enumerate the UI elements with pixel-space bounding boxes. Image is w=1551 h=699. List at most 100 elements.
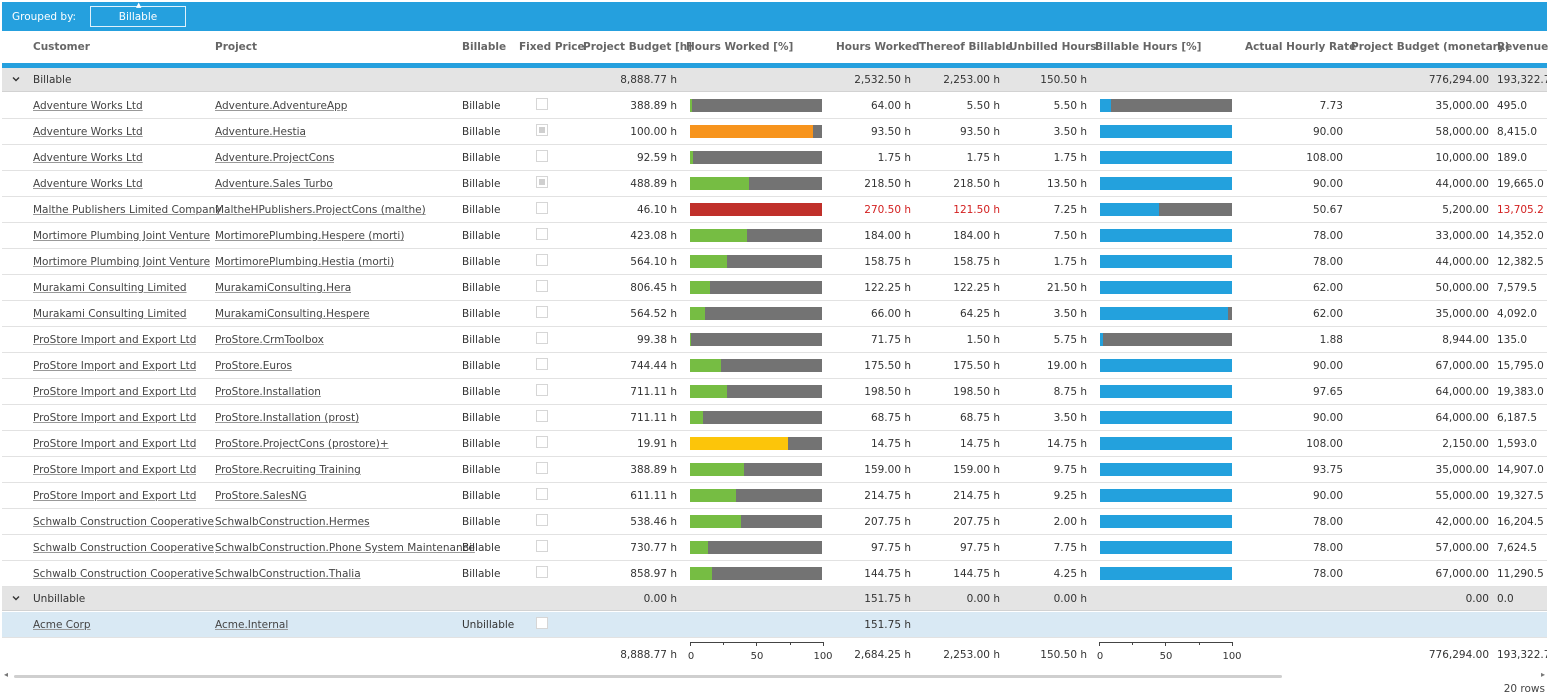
col-header-billable-hours-pct[interactable]: Billable Hours [%] bbox=[1095, 41, 1201, 53]
table-row[interactable]: Malthe Publishers Limited Company MaltheH… bbox=[2, 197, 1547, 223]
customer-link[interactable]: Malthe Publishers Limited Company bbox=[33, 204, 221, 216]
customer-link[interactable]: ProStore Import and Export Ltd bbox=[33, 412, 196, 424]
project-link[interactable]: Adventure.Sales Turbo bbox=[215, 178, 333, 190]
customer-link[interactable]: Schwalb Construction Cooperative bbox=[33, 568, 214, 580]
table-row[interactable]: Acme Corp Acme.Internal Unbillable 151.75 h bbox=[2, 612, 1547, 638]
fixed-price-checkbox[interactable] bbox=[536, 358, 548, 370]
table-row[interactable]: Schwalb Construction Cooperative SchwalbC… bbox=[2, 509, 1547, 535]
col-header-billable[interactable]: Billable bbox=[462, 41, 506, 53]
fixed-price-checkbox[interactable] bbox=[536, 410, 548, 422]
col-header-actual-hourly-rate[interactable]: Actual Hourly Rate bbox=[1245, 41, 1356, 53]
fixed-price-checkbox[interactable] bbox=[536, 254, 548, 266]
project-link[interactable]: Adventure.ProjectCons bbox=[215, 152, 334, 164]
project-link[interactable]: Adventure.Hestia bbox=[215, 126, 306, 138]
fixed-price-checkbox[interactable] bbox=[536, 566, 548, 578]
project-link[interactable]: SchwalbConstruction.Thalia bbox=[215, 568, 361, 580]
fixed-price-checkbox[interactable] bbox=[536, 617, 548, 629]
scroll-right-icon[interactable]: ▸ bbox=[1541, 670, 1545, 679]
project-link[interactable]: MortimorePlumbing.Hespere (morti) bbox=[215, 230, 404, 242]
project-link[interactable]: ProStore.CrmToolbox bbox=[215, 334, 324, 346]
customer-link[interactable]: Murakami Consulting Limited bbox=[33, 308, 187, 320]
table-row[interactable]: Schwalb Construction Cooperative SchwalbC… bbox=[2, 561, 1547, 587]
customer-link[interactable]: ProStore Import and Export Ltd bbox=[33, 438, 196, 450]
group-row-unbillable[interactable]: Unbillable 0.00 h 151.75 h 0.00 h 0.00 h 0.00… bbox=[2, 587, 1547, 611]
project-link[interactable]: ProStore.SalesNG bbox=[215, 490, 307, 502]
customer-link[interactable]: Mortimore Plumbing Joint Venture bbox=[33, 256, 210, 268]
fixed-price-checkbox[interactable] bbox=[536, 384, 548, 396]
table-row[interactable]: Adventure Works Ltd Adventure.Sales Turbo… bbox=[2, 171, 1547, 197]
customer-link[interactable]: Mortimore Plumbing Joint Venture bbox=[33, 230, 210, 242]
col-header-unbilled-hours[interactable]: Unbilled Hours bbox=[1009, 41, 1097, 53]
table-row[interactable]: Murakami Consulting Limited MurakamiConsu… bbox=[2, 275, 1547, 301]
table-row[interactable]: Schwalb Construction Cooperative SchwalbC… bbox=[2, 535, 1547, 561]
fixed-price-checkbox[interactable] bbox=[536, 306, 548, 318]
table-row[interactable]: Mortimore Plumbing Joint Venture Mortimor… bbox=[2, 249, 1547, 275]
fixed-price-checkbox[interactable] bbox=[536, 462, 548, 474]
project-link[interactable]: MurakamiConsulting.Hera bbox=[215, 282, 351, 294]
col-header-project-budget-monetary[interactable]: Project Budget (monetary) bbox=[1351, 41, 1510, 53]
customer-link[interactable]: ProStore Import and Export Ltd bbox=[33, 360, 196, 372]
customer-link[interactable]: Adventure Works Ltd bbox=[33, 152, 143, 164]
fixed-price-checkbox[interactable] bbox=[536, 280, 548, 292]
fixed-price-checkbox[interactable] bbox=[536, 436, 548, 448]
col-header-thereof-billable[interactable]: Thereof Billable bbox=[919, 41, 1013, 53]
chevron-down-icon[interactable] bbox=[11, 74, 21, 84]
project-link[interactable]: ProStore.Recruiting Training bbox=[215, 464, 361, 476]
table-row[interactable]: Adventure Works Ltd Adventure.ProjectCons… bbox=[2, 145, 1547, 171]
customer-link[interactable]: ProStore Import and Export Ltd bbox=[33, 464, 196, 476]
fixed-price-checkbox[interactable] bbox=[536, 332, 548, 344]
table-row[interactable]: ProStore Import and Export Ltd ProStore.I… bbox=[2, 379, 1547, 405]
project-link[interactable]: ProStore.Installation (prost) bbox=[215, 412, 359, 424]
horizontal-scrollbar[interactable]: ◂ ▸ bbox=[2, 670, 1547, 680]
col-header-hours-worked-pct[interactable]: Hours Worked [%] bbox=[686, 41, 793, 53]
project-link[interactable]: Acme.Internal bbox=[215, 619, 288, 631]
customer-link[interactable]: Adventure Works Ltd bbox=[33, 100, 143, 112]
project-link[interactable]: SchwalbConstruction.Phone System Mainten… bbox=[215, 542, 475, 554]
table-row[interactable]: ProStore Import and Export Ltd ProStore.I… bbox=[2, 405, 1547, 431]
scroll-left-icon[interactable]: ◂ bbox=[4, 670, 8, 679]
chevron-down-icon[interactable] bbox=[11, 593, 21, 603]
customer-link[interactable]: Adventure Works Ltd bbox=[33, 178, 143, 190]
fixed-price-checkbox[interactable] bbox=[536, 514, 548, 526]
col-header-customer[interactable]: Customer bbox=[33, 41, 90, 53]
col-header-fixed-price[interactable]: Fixed Price bbox=[519, 41, 585, 53]
group-chip-billable[interactable]: ▲ Billable bbox=[90, 1, 186, 27]
col-header-hours-worked[interactable]: Hours Worked bbox=[836, 41, 920, 53]
project-link[interactable]: MurakamiConsulting.Hespere bbox=[215, 308, 370, 320]
fixed-price-checkbox[interactable] bbox=[536, 124, 548, 136]
project-link[interactable]: Adventure.AdventureApp bbox=[215, 100, 347, 112]
project-link[interactable]: ProStore.Installation bbox=[215, 386, 321, 398]
table-row[interactable]: ProStore Import and Export Ltd ProStore.C… bbox=[2, 327, 1547, 353]
fixed-price-checkbox[interactable] bbox=[536, 202, 548, 214]
customer-link[interactable]: Adventure Works Ltd bbox=[33, 126, 143, 138]
customer-link[interactable]: Acme Corp bbox=[33, 619, 91, 631]
table-row[interactable]: ProStore Import and Export Ltd ProStore.R… bbox=[2, 457, 1547, 483]
fixed-price-checkbox[interactable] bbox=[536, 540, 548, 552]
group-row-billable[interactable]: Billable 8,888.77 h 2,532.50 h 2,253.00 h 15… bbox=[2, 68, 1547, 92]
project-link[interactable]: ProStore.ProjectCons (prostore)+ bbox=[215, 438, 389, 450]
customer-link[interactable]: ProStore Import and Export Ltd bbox=[33, 490, 196, 502]
table-row[interactable]: ProStore Import and Export Ltd ProStore.E… bbox=[2, 353, 1547, 379]
table-row[interactable]: Adventure Works Ltd Adventure.AdventureAp… bbox=[2, 93, 1547, 119]
table-row[interactable]: Mortimore Plumbing Joint Venture Mortimor… bbox=[2, 223, 1547, 249]
fixed-price-checkbox[interactable] bbox=[536, 98, 548, 110]
table-row[interactable]: Adventure Works Ltd Adventure.Hestia Billa… bbox=[2, 119, 1547, 145]
table-row[interactable]: ProStore Import and Export Ltd ProStore.S… bbox=[2, 483, 1547, 509]
fixed-price-checkbox[interactable] bbox=[536, 228, 548, 240]
col-header-project-budget-h[interactable]: Project Budget [h] bbox=[583, 41, 692, 53]
col-header-project[interactable]: Project bbox=[215, 41, 257, 53]
customer-link[interactable]: Schwalb Construction Cooperative bbox=[33, 542, 214, 554]
table-row[interactable]: ProStore Import and Export Ltd ProStore.P… bbox=[2, 431, 1547, 457]
customer-link[interactable]: ProStore Import and Export Ltd bbox=[33, 334, 196, 346]
fixed-price-checkbox[interactable] bbox=[536, 488, 548, 500]
project-link[interactable]: SchwalbConstruction.Hermes bbox=[215, 516, 370, 528]
customer-link[interactable]: Schwalb Construction Cooperative bbox=[33, 516, 214, 528]
project-link[interactable]: MaltheHPublishers.ProjectCons (malthe) bbox=[215, 204, 426, 216]
fixed-price-checkbox[interactable] bbox=[536, 150, 548, 162]
project-link[interactable]: MortimorePlumbing.Hestia (morti) bbox=[215, 256, 394, 268]
fixed-price-checkbox[interactable] bbox=[536, 176, 548, 188]
table-row[interactable]: Murakami Consulting Limited MurakamiConsu… bbox=[2, 301, 1547, 327]
customer-link[interactable]: Murakami Consulting Limited bbox=[33, 282, 187, 294]
scrollbar-thumb[interactable] bbox=[14, 675, 1282, 678]
project-link[interactable]: ProStore.Euros bbox=[215, 360, 292, 372]
